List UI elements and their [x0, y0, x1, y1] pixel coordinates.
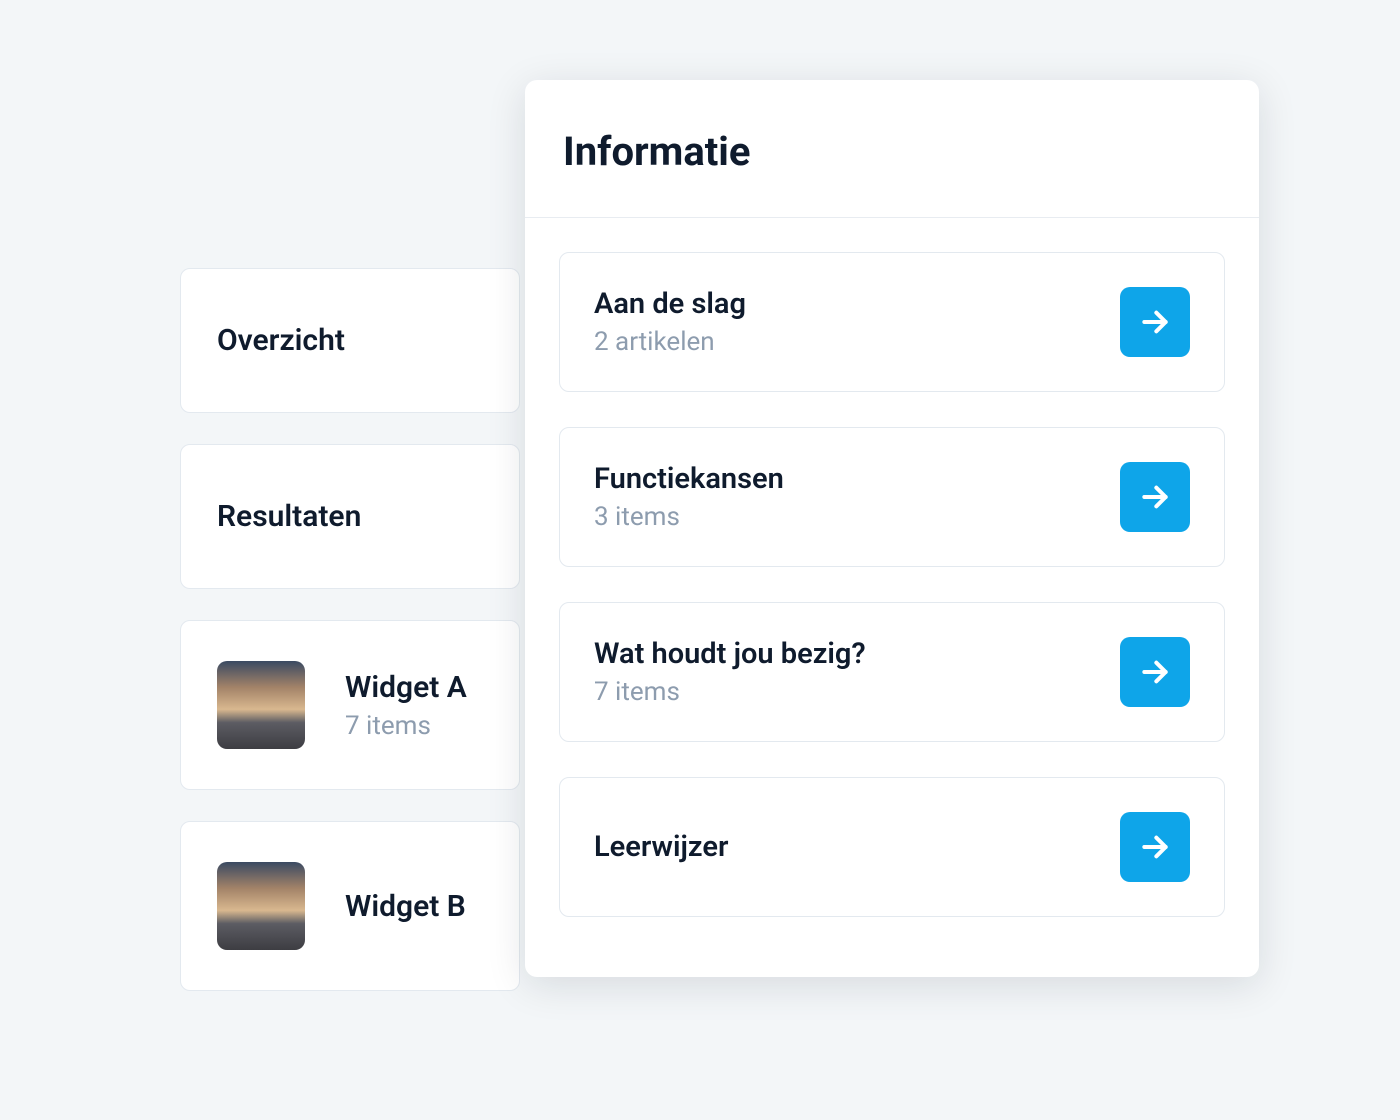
arrow-button[interactable]: [1120, 287, 1190, 357]
card-title: Resultaten: [217, 499, 361, 534]
panel-header: Informatie: [525, 80, 1259, 218]
arrow-right-icon: [1139, 481, 1171, 513]
info-card-leerwijzer[interactable]: Leerwijzer: [559, 777, 1225, 917]
thumbnail-image: [217, 862, 305, 950]
arrow-button[interactable]: [1120, 812, 1190, 882]
info-card-functiekansen[interactable]: Functiekansen 3 items: [559, 427, 1225, 567]
card-title: Widget A: [345, 670, 467, 705]
info-title: Wat houdt jou bezig?: [594, 637, 866, 671]
background-card-list: Overzicht Resultaten Widget A 7 items Wi…: [180, 268, 520, 991]
informatie-panel: Informatie Aan de slag 2 artikelen Funct…: [525, 80, 1259, 977]
info-subtitle: 2 artikelen: [594, 327, 746, 357]
info-subtitle: 3 items: [594, 502, 784, 532]
thumbnail-image: [217, 661, 305, 749]
card-resultaten[interactable]: Resultaten: [180, 444, 520, 589]
card-widget-b[interactable]: Widget B: [180, 821, 520, 991]
arrow-right-icon: [1139, 306, 1171, 338]
info-card-aan-de-slag[interactable]: Aan de slag 2 artikelen: [559, 252, 1225, 392]
arrow-right-icon: [1139, 831, 1171, 863]
card-widget-a[interactable]: Widget A 7 items: [180, 620, 520, 790]
arrow-button[interactable]: [1120, 462, 1190, 532]
arrow-button[interactable]: [1120, 637, 1190, 707]
info-title: Aan de slag: [594, 287, 746, 321]
card-subtitle: 7 items: [345, 711, 467, 741]
info-card-wat-houdt-jou-bezig[interactable]: Wat houdt jou bezig? 7 items: [559, 602, 1225, 742]
info-title: Functiekansen: [594, 462, 784, 496]
arrow-right-icon: [1139, 656, 1171, 688]
info-subtitle: 7 items: [594, 677, 866, 707]
panel-body: Aan de slag 2 artikelen Functiekansen 3 …: [525, 218, 1259, 977]
card-title: Widget B: [345, 889, 466, 924]
info-title: Leerwijzer: [594, 830, 728, 864]
panel-title: Informatie: [563, 128, 1221, 175]
card-overzicht[interactable]: Overzicht: [180, 268, 520, 413]
card-title: Overzicht: [217, 323, 345, 358]
